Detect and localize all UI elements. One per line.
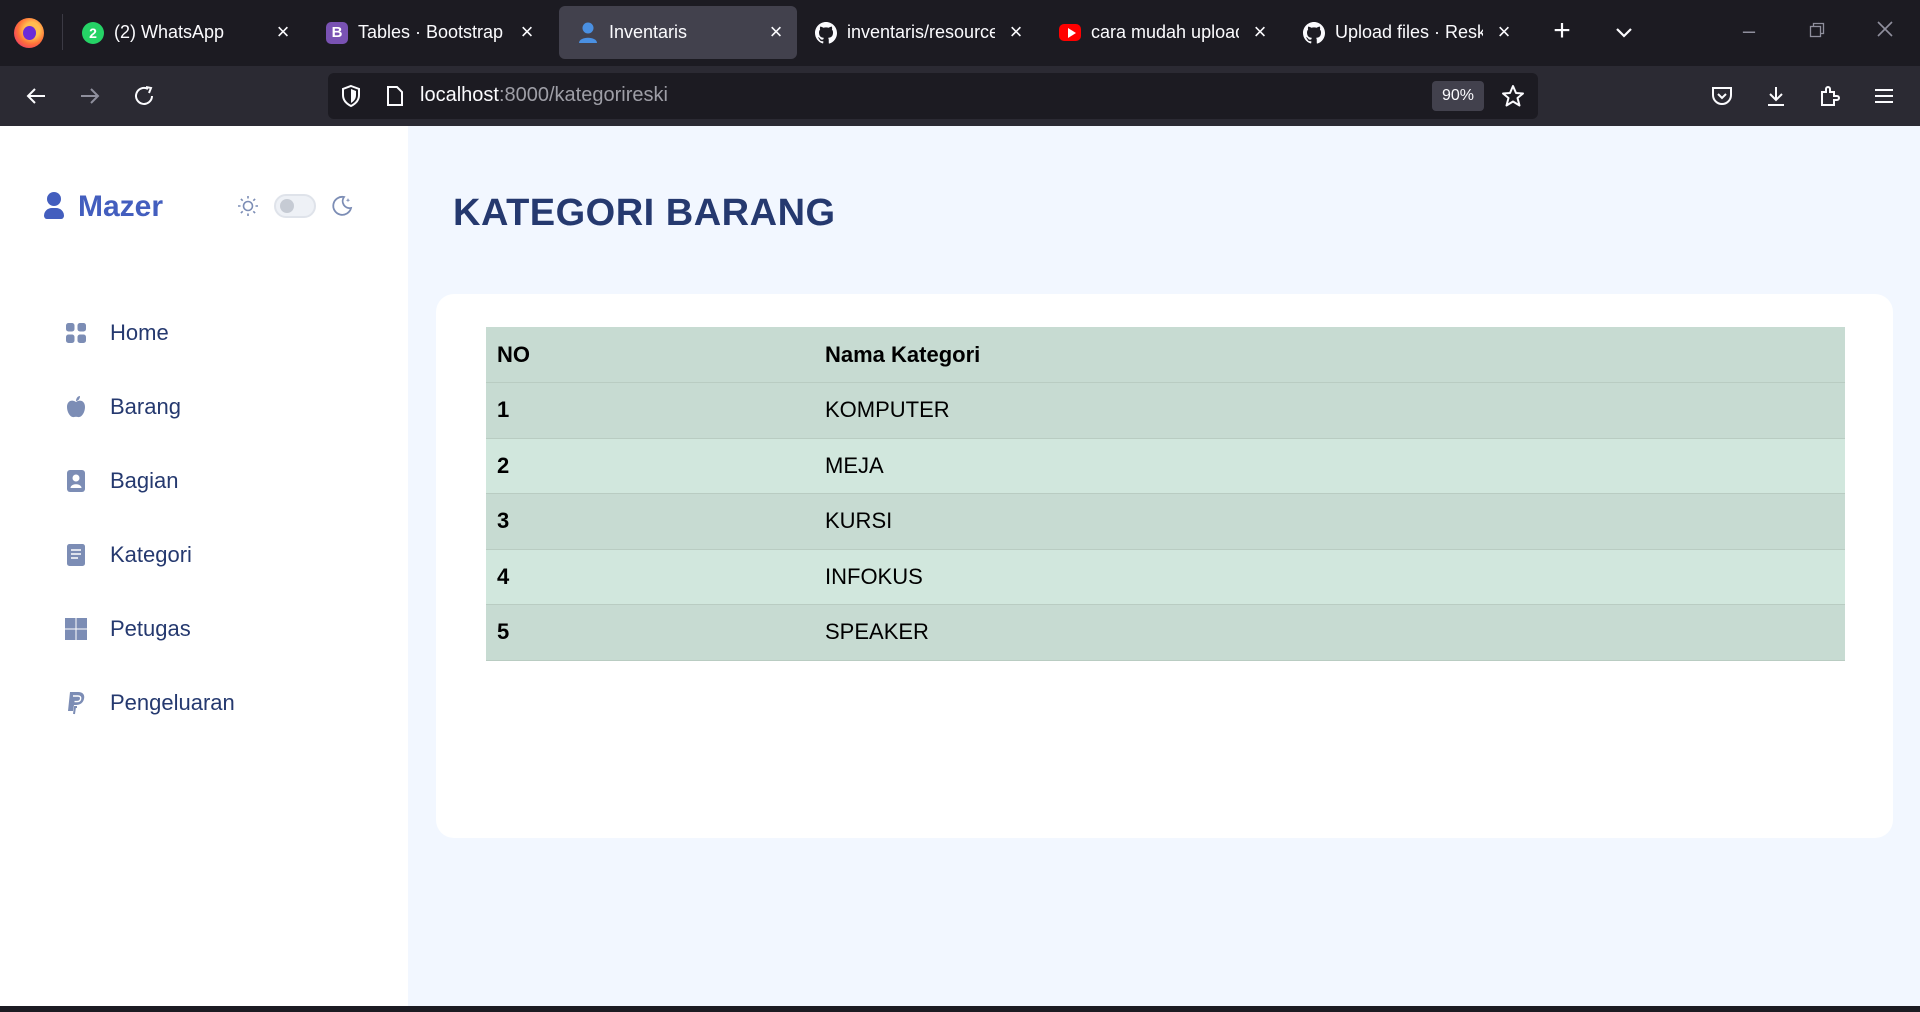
window-bottom-edge [0, 1006, 1920, 1012]
firefox-logo-icon[interactable] [14, 18, 44, 48]
navigation-toolbar: localhost:8000/kategorireski 90% [0, 66, 1920, 126]
downloads-icon[interactable] [1760, 80, 1792, 112]
sidebar-item-petugas[interactable]: Petugas [62, 592, 235, 666]
tracking-protection-shield-icon[interactable] [338, 83, 364, 109]
sidebar-item-label: Barang [110, 394, 181, 419]
user-icon [577, 22, 599, 44]
url-text[interactable]: localhost:8000/kategorireski [420, 84, 668, 107]
sidebar-item-bagian[interactable]: Bagian [62, 444, 235, 518]
person-icon [42, 192, 66, 222]
sidebar-item-label: Pengeluaran [110, 690, 235, 715]
category-table: NO Nama Kategori 1 KOMPUTER 2 MEJA 3 KUR… [486, 327, 1845, 661]
sun-icon [234, 192, 262, 220]
url-host: localhost [420, 84, 499, 106]
sidebar-item-home[interactable]: Home [62, 296, 235, 370]
close-tab-icon[interactable]: × [765, 20, 787, 44]
table-row: 2 MEJA [486, 438, 1845, 494]
cell-no: 3 [486, 493, 814, 550]
close-tab-icon[interactable]: × [1005, 20, 1027, 44]
list-all-tabs-chevron-icon[interactable] [1610, 18, 1638, 46]
bookmark-star-icon[interactable] [1498, 81, 1528, 111]
sidebar-item-pengeluaran[interactable]: Pengeluaran [62, 666, 235, 740]
cell-nama-kategori: MEJA [814, 438, 1845, 494]
sidebar-item-barang[interactable]: Barang [62, 370, 235, 444]
tab-divider [62, 14, 63, 50]
forward-arrow-icon[interactable] [74, 80, 106, 112]
close-tab-icon[interactable]: × [516, 20, 538, 44]
cell-nama-kategori: KOMPUTER [814, 382, 1845, 439]
windows-icon [62, 615, 90, 643]
tab-strip: 2 (2) WhatsApp × B Tables · Bootstrap v5… [0, 0, 1920, 66]
sidebar-item-label: Home [110, 320, 169, 345]
column-header-no: NO [486, 327, 814, 383]
sidebar-item-label: Kategori [110, 542, 192, 567]
person-badge-icon [62, 467, 90, 495]
tab-title: inventaris/resources/views [847, 22, 995, 42]
tab-github-upload[interactable]: Upload files · ReskiUpload × [1285, 6, 1525, 59]
table-row: 1 KOMPUTER [486, 382, 1845, 439]
close-tab-icon[interactable]: × [1493, 20, 1515, 44]
tab-title: Inventaris [609, 22, 688, 42]
document-icon [62, 541, 90, 569]
table-row: 4 INFOKUS [486, 549, 1845, 605]
cell-no: 2 [486, 438, 814, 494]
extensions-icon[interactable] [1814, 80, 1846, 112]
tab-github-inventaris[interactable]: inventaris/resources/views × [797, 6, 1037, 59]
pocket-icon[interactable] [1706, 80, 1738, 112]
brand-name: Mazer [78, 190, 164, 223]
url-path: :8000/kategorireski [498, 84, 668, 106]
cell-nama-kategori: INFOKUS [814, 549, 1845, 605]
paypal-icon [62, 689, 90, 717]
page-title: KATEGORI BARANG [453, 192, 836, 234]
address-bar[interactable]: localhost:8000/kategorireski 90% [328, 73, 1538, 119]
page-viewport: Mazer Home Barang Bagian Kategori Petuga… [0, 126, 1920, 1006]
table-header-row: NO Nama Kategori [486, 327, 1845, 383]
cell-no: 4 [486, 549, 814, 605]
close-tab-icon[interactable]: × [272, 20, 294, 44]
brand-logo[interactable]: Mazer [42, 190, 163, 224]
grid-icon [62, 319, 90, 347]
cell-no: 1 [486, 382, 814, 439]
youtube-icon [1059, 22, 1081, 44]
cell-nama-kategori: KURSI [814, 493, 1845, 550]
column-header-nama-kategori: Nama Kategori [814, 327, 1845, 383]
moon-icon [328, 192, 356, 220]
sidebar-item-kategori[interactable]: Kategori [62, 518, 235, 592]
table-row: 5 SPEAKER [486, 604, 1845, 661]
cell-no: 5 [486, 604, 814, 661]
tab-title: Tables · Bootstrap v5.3 [358, 22, 506, 42]
tab-title: cara mudah upload project [1091, 22, 1239, 42]
tab-title: Upload files · ReskiUpload [1335, 22, 1483, 42]
page-info-icon[interactable] [384, 83, 406, 109]
table-row: 3 KURSI [486, 493, 1845, 550]
whatsapp-icon: 2 [82, 21, 104, 44]
tab-title: (2) WhatsApp [114, 22, 225, 42]
cell-nama-kategori: SPEAKER [814, 604, 1845, 661]
sidebar-item-label: Petugas [110, 616, 191, 641]
new-tab-button[interactable]: + [1548, 16, 1576, 46]
reload-icon[interactable] [128, 80, 160, 112]
sidebar: Mazer Home Barang Bagian Kategori Petuga… [0, 126, 408, 1006]
apple-icon [62, 393, 90, 421]
github-icon [815, 21, 837, 44]
tab-whatsapp[interactable]: 2 (2) WhatsApp × [64, 6, 304, 59]
minimize-window-icon[interactable]: – [1734, 16, 1764, 46]
close-tab-icon[interactable]: × [1249, 20, 1271, 44]
category-table-card: NO Nama Kategori 1 KOMPUTER 2 MEJA 3 KUR… [436, 294, 1893, 838]
dark-mode-switch[interactable] [274, 194, 316, 218]
tab-inventaris[interactable]: Inventaris × [559, 6, 797, 59]
close-window-icon[interactable] [1870, 16, 1900, 46]
theme-toggle [234, 192, 356, 220]
restore-window-icon[interactable] [1802, 16, 1832, 46]
hamburger-menu-icon[interactable] [1868, 80, 1900, 112]
zoom-level-button[interactable]: 90% [1432, 81, 1484, 111]
sidebar-menu: Home Barang Bagian Kategori Petugas Peng… [62, 296, 235, 740]
bootstrap-icon: B [326, 21, 348, 44]
tab-bootstrap-tables[interactable]: B Tables · Bootstrap v5.3 × [308, 6, 548, 59]
back-arrow-icon[interactable] [20, 80, 52, 112]
github-icon [1303, 21, 1325, 44]
sidebar-item-label: Bagian [110, 468, 179, 493]
tab-youtube[interactable]: cara mudah upload project × [1041, 6, 1281, 59]
